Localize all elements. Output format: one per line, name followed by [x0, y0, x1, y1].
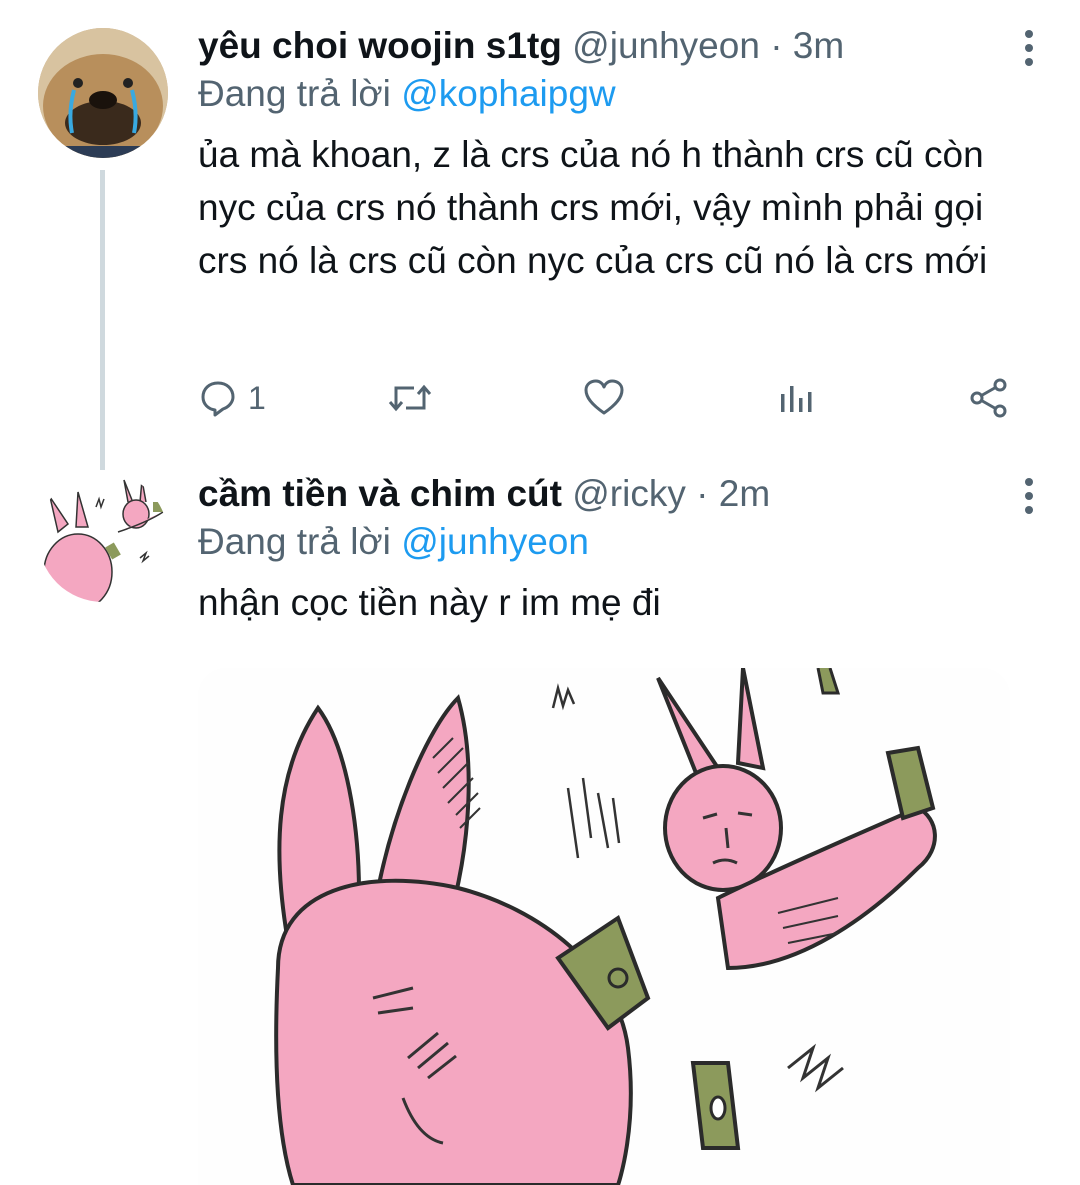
display-name[interactable]: cầm tiền và chim cút — [198, 473, 562, 514]
tweet-header: cầm tiền và chim cút @ricky · 2m — [198, 470, 1040, 518]
analytics-button[interactable] — [776, 374, 816, 422]
like-icon — [584, 379, 624, 415]
timestamp[interactable]: · 3m — [770, 25, 844, 66]
pink-bunny-avatar-image — [38, 472, 168, 602]
share-icon — [970, 378, 1007, 418]
replying-to-label: Đang trả lời — [198, 521, 391, 562]
more-options-icon[interactable] — [1022, 478, 1036, 514]
tweet-1[interactable]: yêu choi woojin s1tg @junhyeon · 3m Đang… — [0, 0, 1080, 470]
reply-count: 1 — [248, 379, 266, 416]
reply-mention-link[interactable]: @kophaipgw — [401, 73, 615, 114]
avatar[interactable] — [38, 28, 168, 158]
reply-icon — [201, 381, 235, 417]
tweet-actions: 1 — [198, 374, 1018, 422]
tweet-media-image[interactable] — [198, 668, 1010, 1185]
share-button[interactable] — [968, 374, 1010, 422]
retweet-button[interactable] — [386, 374, 434, 422]
pink-bunny-money-meme-illustration — [198, 668, 1010, 1185]
reply-mention-link[interactable]: @junhyeon — [401, 521, 589, 562]
display-name[interactable]: yêu choi woojin s1tg — [198, 25, 562, 66]
tweet-text: nhận cọc tiền này r im mẹ đi — [198, 582, 661, 623]
dog-face-avatar-image — [38, 28, 168, 158]
more-options-icon[interactable] — [1022, 30, 1036, 66]
reply-button[interactable]: 1 — [198, 374, 266, 422]
analytics-icon — [781, 386, 812, 412]
tweet-text: ủa mà khoan, z là crs của nó h thành crs… — [198, 134, 988, 281]
like-button[interactable] — [583, 374, 625, 422]
replying-to-label: Đang trả lời — [198, 73, 391, 114]
user-handle[interactable]: @ricky — [572, 473, 686, 514]
retweet-icon — [388, 384, 432, 412]
thread-connector-line — [100, 170, 105, 470]
timestamp[interactable]: · 2m — [696, 473, 770, 514]
replying-to: Đang trả lời @kophaipgw — [198, 70, 1040, 118]
replying-to: Đang trả lời @junhyeon — [198, 518, 1040, 566]
avatar[interactable] — [38, 472, 168, 602]
user-handle[interactable]: @junhyeon — [572, 25, 760, 66]
tweet-header: yêu choi woojin s1tg @junhyeon · 3m — [198, 22, 1040, 70]
